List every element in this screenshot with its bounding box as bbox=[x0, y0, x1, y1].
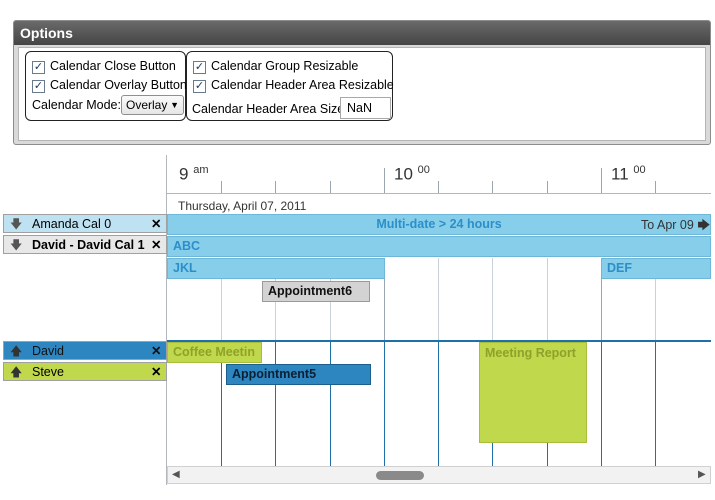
minor-tick bbox=[655, 181, 656, 193]
minor-tick bbox=[492, 181, 493, 193]
options-group-header: ✓ Calendar Group Resizable ✓ Calendar He… bbox=[186, 51, 394, 121]
scroll-right-icon[interactable]: ▶ bbox=[698, 469, 706, 480]
close-icon[interactable]: ✕ bbox=[151, 342, 161, 361]
mode-select[interactable]: Overlay ▼ bbox=[121, 95, 184, 115]
chevron-down-icon: ▼ bbox=[170, 100, 179, 110]
arrow-right-icon: 🡆 bbox=[697, 218, 711, 232]
grid-line bbox=[547, 258, 548, 340]
calendar-name: Steve bbox=[32, 365, 64, 379]
minor-tick bbox=[330, 181, 331, 193]
date-label: Thursday, April 07, 2011 bbox=[178, 199, 307, 213]
group-resizable-label: Calendar Group Resizable bbox=[211, 59, 359, 73]
minor-tick bbox=[275, 181, 276, 193]
calendar-row-david[interactable]: 🡅 David ✕ bbox=[3, 341, 167, 360]
grid-line bbox=[384, 342, 385, 466]
event-title: Multi-date > 24 hours bbox=[376, 217, 502, 231]
close-icon[interactable]: ✕ bbox=[151, 236, 161, 255]
calendar-row-amanda[interactable]: 🡇 Amanda Cal 0 ✕ bbox=[3, 214, 167, 233]
event-meeting-report[interactable]: Meeting Report bbox=[479, 342, 587, 443]
event-def[interactable]: DEF bbox=[601, 258, 711, 279]
group-resizable-checkbox[interactable]: ✓ bbox=[193, 61, 206, 74]
arrow-up-icon[interactable]: 🡅 bbox=[10, 342, 22, 361]
grid-line bbox=[655, 342, 656, 466]
calendar-name: David - David Cal 1 bbox=[32, 238, 145, 252]
hour-label-9: 9 am bbox=[179, 164, 209, 184]
options-group-calendar: ✓ Calendar Close Button ✓ Calendar Overl… bbox=[25, 51, 187, 121]
scrollbar-thumb[interactable] bbox=[376, 471, 424, 480]
arrow-up-icon[interactable]: 🡅 bbox=[10, 363, 22, 382]
calendar-row-david-cal1[interactable]: 🡇 David - David Cal 1 ✕ bbox=[3, 235, 167, 254]
grid-line bbox=[438, 258, 439, 340]
event-multi-date[interactable]: Multi-date > 24 hours bbox=[167, 214, 711, 235]
minor-tick bbox=[438, 181, 439, 193]
event-appointment6[interactable]: Appointment6 bbox=[262, 281, 370, 302]
grid-line bbox=[492, 258, 493, 340]
header-resizable-label: Calendar Header Area Resizable bbox=[211, 78, 394, 92]
arrow-down-icon[interactable]: 🡇 bbox=[10, 236, 22, 255]
multi-date-to-label: To Apr 09 🡆 bbox=[641, 216, 710, 237]
grid-line bbox=[330, 342, 331, 466]
event-appointment5[interactable]: Appointment5 bbox=[226, 364, 371, 385]
event-coffee-meeting[interactable]: Coffee Meetin bbox=[167, 342, 262, 363]
header-size-input[interactable]: NaN bbox=[340, 97, 391, 119]
calendar-row-steve[interactable]: 🡅 Steve ✕ bbox=[3, 362, 167, 381]
options-body: ✓ Calendar Close Button ✓ Calendar Overl… bbox=[18, 47, 706, 141]
arrow-down-icon[interactable]: 🡇 bbox=[10, 215, 22, 234]
scroll-left-icon[interactable]: ◀ bbox=[172, 469, 180, 480]
horizontal-scrollbar[interactable]: ◀ ▶ bbox=[167, 466, 711, 484]
grid-line bbox=[438, 342, 439, 466]
calendar-name: David bbox=[32, 344, 64, 358]
event-abc[interactable]: ABC bbox=[167, 236, 711, 257]
close-icon[interactable]: ✕ bbox=[151, 363, 161, 382]
mode-label: Calendar Mode: bbox=[32, 98, 121, 112]
close-button-label: Calendar Close Button bbox=[50, 59, 176, 73]
close-button-checkbox[interactable]: ✓ bbox=[32, 61, 45, 74]
hour-label-10: 10 00 bbox=[394, 164, 430, 184]
grid-line bbox=[275, 342, 276, 466]
mode-select-value: Overlay bbox=[126, 98, 168, 112]
grid-line bbox=[601, 342, 602, 466]
hour-label-11: 11 00 bbox=[611, 164, 646, 184]
header-resizable-checkbox[interactable]: ✓ bbox=[193, 80, 206, 93]
calendar-name: Amanda Cal 0 bbox=[32, 217, 112, 231]
overlay-button-checkbox[interactable]: ✓ bbox=[32, 80, 45, 93]
options-title: Options bbox=[14, 21, 710, 45]
hour-tick bbox=[601, 168, 602, 193]
header-size-label: Calendar Header Area Size bbox=[192, 102, 345, 116]
minor-tick bbox=[221, 181, 222, 193]
overlay-button-label: Calendar Overlay Button bbox=[50, 78, 187, 92]
minor-tick bbox=[547, 181, 548, 193]
options-panel: Options ✓ Calendar Close Button ✓ Calend… bbox=[13, 20, 711, 145]
ruler-line bbox=[167, 193, 711, 194]
event-to-text: To Apr 09 bbox=[641, 218, 694, 232]
event-jkl[interactable]: JKL bbox=[167, 258, 385, 279]
close-icon[interactable]: ✕ bbox=[151, 215, 161, 234]
hour-tick bbox=[384, 168, 385, 193]
